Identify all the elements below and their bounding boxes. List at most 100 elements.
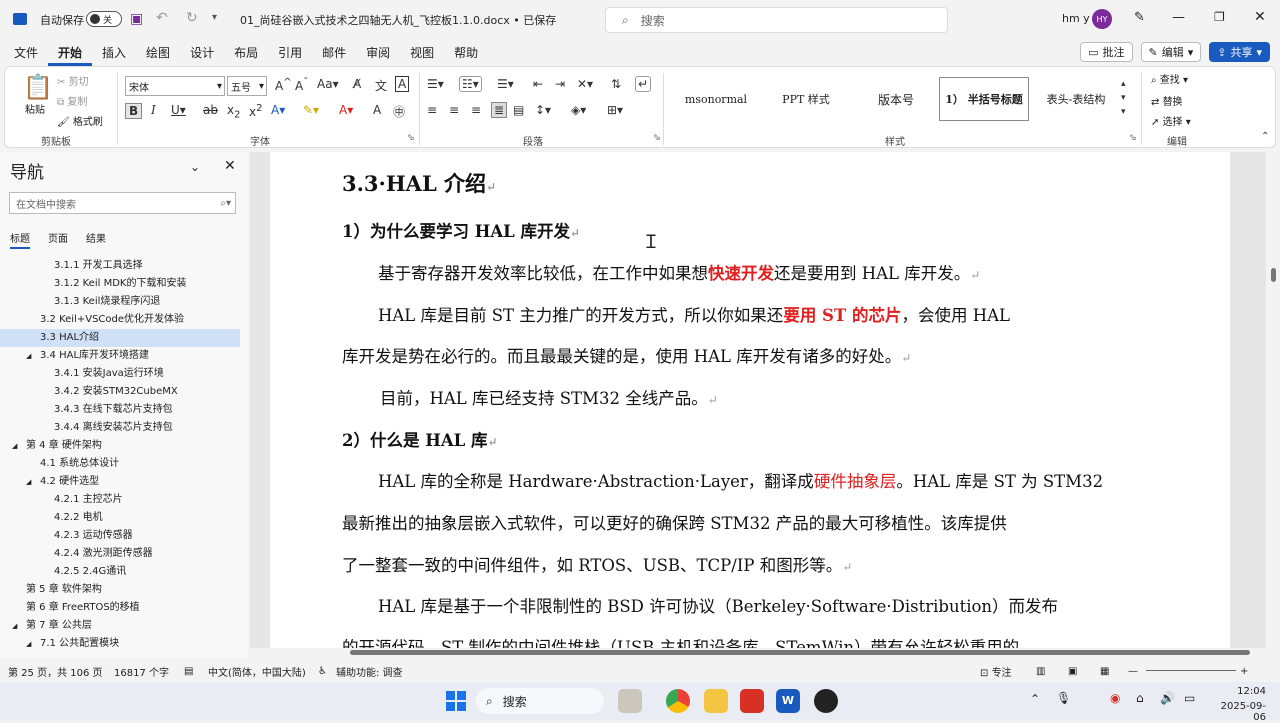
- nav-heading-item[interactable]: 3.3 HAL介绍: [0, 329, 240, 347]
- underline-icon[interactable]: U▾: [171, 103, 186, 117]
- nav-heading-item[interactable]: ◢ 第 7 章 公共层: [0, 617, 240, 635]
- collapse-ribbon-icon[interactable]: ⌃: [1261, 131, 1269, 142]
- nav-heading-item[interactable]: 第 6 章 FreeRTOS的移植: [0, 599, 240, 617]
- share-button[interactable]: ⇪ 共享 ▾: [1209, 42, 1270, 62]
- menu-tab[interactable]: 文件: [4, 40, 48, 66]
- italic-icon[interactable]: I: [151, 103, 156, 117]
- align-right-icon[interactable]: ≡: [471, 103, 481, 117]
- file-explorer-icon[interactable]: [704, 689, 728, 713]
- save-icon[interactable]: ▣: [130, 11, 143, 27]
- word-icon[interactable]: W: [776, 689, 800, 713]
- nav-heading-item[interactable]: 4.2.5 2.4G通讯: [0, 563, 240, 581]
- nav-heading-item[interactable]: ◢ 3.4 HAL库开发环境搭建: [0, 347, 240, 365]
- subscript-icon[interactable]: x2: [227, 103, 240, 120]
- paste-button[interactable]: 粘贴: [25, 101, 45, 116]
- menu-tab[interactable]: 视图: [400, 40, 444, 66]
- minimize-icon[interactable]: —: [1172, 10, 1185, 25]
- proofing-icon[interactable]: ▤: [184, 666, 193, 677]
- nav-tab-pages[interactable]: 页面: [48, 230, 68, 249]
- menu-tab[interactable]: 审阅: [356, 40, 400, 66]
- format-painter-button[interactable]: 🖌 格式刷: [57, 113, 103, 128]
- web-layout-icon[interactable]: ▦: [1100, 666, 1109, 677]
- nav-heading-item[interactable]: 4.1 系统总体设计: [0, 455, 240, 473]
- nav-search-input[interactable]: 在文档中搜索 ⌕▾: [9, 192, 236, 214]
- paragraph-dialog-launcher-icon[interactable]: ⬂: [653, 133, 661, 143]
- bold-icon[interactable]: B: [125, 103, 143, 119]
- shading-bucket-icon[interactable]: ◈▾: [571, 103, 586, 117]
- change-case-icon[interactable]: Aa▾: [317, 77, 339, 91]
- strikethrough-icon[interactable]: ab: [203, 103, 218, 117]
- phonetic-icon[interactable]: 文: [375, 77, 387, 94]
- word-count[interactable]: 16817 个字: [114, 664, 169, 679]
- tray-chevron-icon[interactable]: ⌃: [1030, 692, 1040, 706]
- style-half-bracket-title[interactable]: 1） 半括号标题: [939, 77, 1029, 121]
- expand-triangle-icon[interactable]: ◢: [26, 635, 31, 653]
- nav-heading-item[interactable]: 4.2.3 运动传感器: [0, 527, 240, 545]
- app-dark-icon[interactable]: [814, 689, 838, 713]
- nav-heading-item[interactable]: 3.1.2 Keil MDK的下载和安装: [0, 275, 240, 293]
- close-icon[interactable]: ✕: [224, 158, 236, 174]
- superscript-icon[interactable]: x2: [249, 103, 262, 119]
- hscrollbar-thumb[interactable]: [350, 650, 1250, 655]
- print-layout-icon[interactable]: ▣: [1068, 666, 1077, 677]
- restore-icon[interactable]: ❐: [1214, 10, 1225, 24]
- style-ppt[interactable]: PPT 样式: [761, 77, 851, 121]
- nav-heading-item[interactable]: 4.2.1 主控芯片: [0, 491, 240, 509]
- nav-heading-item[interactable]: 3.4.1 安装Java运行环境: [0, 365, 240, 383]
- mic-icon[interactable]: 🎙: [1056, 691, 1071, 705]
- align-left-icon[interactable]: ≡: [427, 103, 437, 117]
- autosave-toggle[interactable]: 关: [86, 11, 122, 27]
- chrome-icon[interactable]: [666, 689, 690, 713]
- grow-font-icon[interactable]: A^: [275, 77, 292, 93]
- scrollbar-thumb[interactable]: [1271, 268, 1276, 282]
- accessibility-status[interactable]: 辅助功能: 调查: [336, 664, 403, 679]
- font-color-icon[interactable]: A▾: [339, 103, 353, 117]
- nav-heading-item[interactable]: 4.2.4 激光测距传感器: [0, 545, 240, 563]
- sort-icon[interactable]: ⇅: [611, 77, 621, 91]
- tray-app-icon[interactable]: ◉: [1110, 691, 1120, 705]
- nav-tab-results[interactable]: 结果: [86, 230, 106, 249]
- nav-heading-item[interactable]: 3.1.3 Keil烧录程序闪退: [0, 293, 240, 311]
- app-red-icon[interactable]: [740, 689, 764, 713]
- battery-icon[interactable]: ▭: [1184, 691, 1195, 705]
- increase-indent-icon[interactable]: ⇥: [555, 77, 565, 91]
- read-mode-icon[interactable]: ▥: [1036, 666, 1045, 677]
- shading-icon[interactable]: A: [373, 103, 381, 117]
- zoom-in-icon[interactable]: +: [1240, 666, 1248, 677]
- menu-tab[interactable]: 插入: [92, 40, 136, 66]
- taskbar-search[interactable]: ⌕ 搜索: [476, 688, 604, 714]
- styles-dialog-launcher-icon[interactable]: ⬂: [1129, 133, 1137, 143]
- expand-triangle-icon[interactable]: ◢: [26, 473, 31, 491]
- menu-tab[interactable]: 帮助: [444, 40, 488, 66]
- font-dialog-launcher-icon[interactable]: ⬂: [407, 133, 415, 143]
- nav-heading-item[interactable]: ◢ 4.2 硬件选型: [0, 473, 240, 491]
- styles-scroll-icon[interactable]: ▴ ▾ ▾: [1121, 77, 1126, 119]
- nav-tab-headings[interactable]: 标题: [10, 230, 30, 249]
- numbering-icon[interactable]: ☷▾: [459, 76, 482, 92]
- style-version[interactable]: 版本号: [851, 77, 941, 121]
- multilevel-list-icon[interactable]: ☰▾: [497, 77, 514, 91]
- nav-heading-item[interactable]: 4.2.2 电机: [0, 509, 240, 527]
- expand-triangle-icon[interactable]: ◢: [26, 347, 31, 365]
- find-button[interactable]: ⌕ 查找 ▾: [1151, 71, 1188, 86]
- expand-triangle-icon[interactable]: ◢: [12, 617, 17, 635]
- bird-image-icon[interactable]: [618, 689, 642, 713]
- undo-icon[interactable]: ↶: [156, 10, 168, 26]
- show-marks-icon[interactable]: ↵: [635, 76, 652, 92]
- menu-tab[interactable]: 布局: [224, 40, 268, 66]
- avatar[interactable]: HY: [1092, 9, 1112, 29]
- nav-heading-item[interactable]: ◢ 7.1 公共配置模块: [0, 635, 240, 653]
- language-status[interactable]: 中文(简体，中国大陆): [208, 664, 306, 679]
- document-page[interactable]: 3.3·HAL 介绍↵ 1）为什么要学习 HAL 库开发↵ Ｉ 基于寄存器开发效…: [270, 152, 1230, 648]
- windows-start-icon[interactable]: [444, 689, 468, 713]
- zoom-out-icon[interactable]: —: [1128, 666, 1138, 677]
- enclose-char-icon[interactable]: ㊥: [393, 103, 405, 120]
- nav-heading-item[interactable]: 3.1.1 开发工具选择: [0, 257, 240, 275]
- nav-heading-item[interactable]: 3.4.3 在线下载芯片支持包: [0, 401, 240, 419]
- cut-button[interactable]: ✂ 剪切: [57, 73, 89, 88]
- nav-heading-item[interactable]: 3.4.2 安装STM32CubeMX: [0, 383, 240, 401]
- char-border-icon[interactable]: A: [395, 76, 410, 92]
- style-msonormal[interactable]: msonormal: [671, 77, 761, 121]
- close-icon[interactable]: ✕: [1254, 9, 1266, 25]
- replace-button[interactable]: ⇄ 替换: [1151, 93, 1183, 108]
